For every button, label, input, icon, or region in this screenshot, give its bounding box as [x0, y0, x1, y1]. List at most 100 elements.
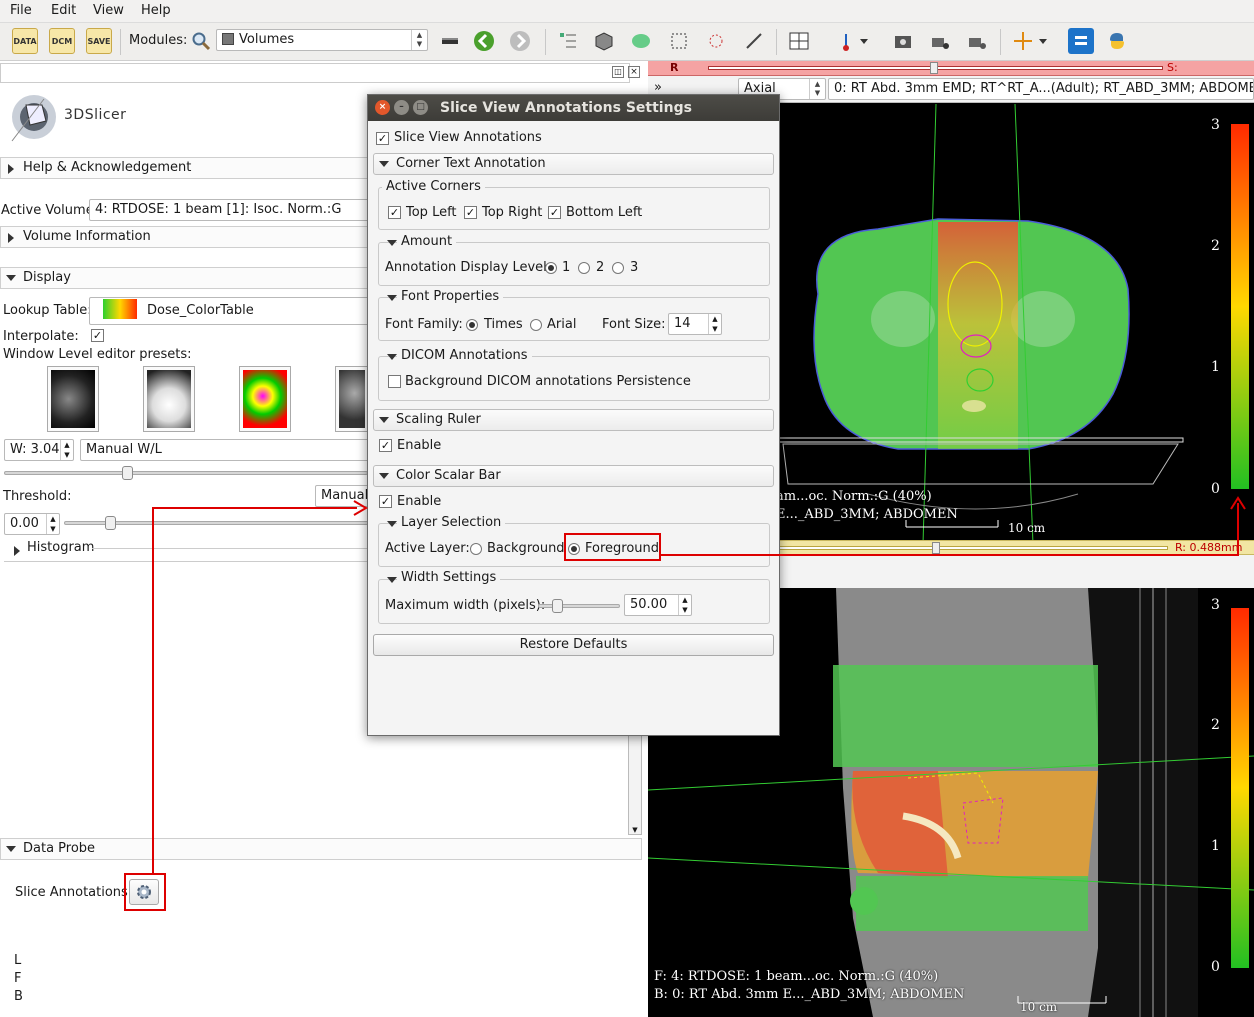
- collapse-arrow-icon[interactable]: [387, 521, 397, 527]
- close-icon[interactable]: ×: [375, 100, 390, 115]
- extension-manager-icon[interactable]: [1068, 28, 1094, 54]
- undock-icon[interactable]: ◫: [612, 66, 624, 78]
- scene-view-icon[interactable]: [927, 28, 953, 54]
- scaling-ruler-header[interactable]: Scaling Ruler: [373, 409, 774, 431]
- dialog-titlebar[interactable]: × – □ Slice View Annotations Settings: [368, 95, 779, 121]
- menu-edit[interactable]: Edit: [51, 3, 76, 18]
- window-spinbox[interactable]: W: 3.04 ▲ ▼: [4, 439, 74, 461]
- max-width-slider[interactable]: [538, 604, 620, 608]
- chevron-down-icon[interactable]: [1036, 28, 1050, 54]
- font-arial-radio[interactable]: [530, 319, 542, 331]
- bottom-left-checkbox[interactable]: ✓: [548, 206, 561, 219]
- expand-arrow-icon: [14, 546, 20, 556]
- editor-icon[interactable]: [741, 28, 767, 54]
- minimize-icon[interactable]: –: [394, 100, 409, 115]
- restore-view-icon[interactable]: [964, 28, 990, 54]
- wl-mode-selector[interactable]: Manual W/L: [80, 439, 369, 461]
- close-icon[interactable]: ×: [628, 66, 640, 78]
- level-2-radio[interactable]: [578, 262, 590, 274]
- save-button[interactable]: SAVE: [86, 28, 112, 54]
- font-properties-title: Font Properties: [397, 289, 504, 304]
- transforms-icon[interactable]: [666, 28, 692, 54]
- maximize-icon[interactable]: □: [413, 100, 428, 115]
- collapse-arrow-icon[interactable]: [387, 577, 397, 583]
- font-times-radio[interactable]: [466, 319, 478, 331]
- color-scalar-bar-header[interactable]: Color Scalar Bar: [373, 465, 774, 487]
- slice-view-annotations-checkbox[interactable]: ✓: [376, 132, 389, 145]
- yellow-offset-slider[interactable]: [778, 546, 1168, 550]
- menu-file[interactable]: File: [10, 3, 32, 18]
- threshold-handle[interactable]: [105, 516, 116, 530]
- collapse-arrow-icon[interactable]: [387, 354, 397, 360]
- top-right-checkbox[interactable]: ✓: [464, 206, 477, 219]
- callout-line: [660, 554, 1238, 556]
- display-section-header[interactable]: Display: [0, 267, 368, 289]
- chevron-down-icon[interactable]: [857, 28, 871, 54]
- active-volume-selector[interactable]: 4: RTDOSE: 1 beam [1]: Isoc. Norm.:G: [89, 199, 369, 221]
- mouse-mode-icon[interactable]: [833, 28, 859, 54]
- yellow-colorbar-tick-1: 1: [1211, 838, 1220, 854]
- markups-icon[interactable]: [703, 28, 729, 54]
- panel-scrollbar[interactable]: [628, 733, 642, 835]
- preset-ct-bone[interactable]: [47, 366, 99, 432]
- scaling-ruler-enable-label: Enable: [397, 438, 442, 453]
- collapse-arrow-icon: [6, 846, 16, 852]
- presets-label: Window Level editor presets:: [3, 347, 192, 362]
- dicom-persistence-checkbox[interactable]: [388, 375, 401, 388]
- menu-help[interactable]: Help: [141, 3, 171, 18]
- level-3-radio[interactable]: [612, 262, 624, 274]
- screenshot-icon[interactable]: [890, 28, 916, 54]
- interpolate-checkbox[interactable]: ✓: [91, 329, 104, 342]
- red-colorbar-tick-0: 0: [1211, 481, 1220, 497]
- menu-view[interactable]: View: [93, 3, 124, 18]
- load-data-button[interactable]: DATA: [12, 28, 38, 54]
- callout-line: [152, 507, 357, 509]
- histogram-collapsible[interactable]: Histogram: [6, 541, 369, 563]
- data-probe-header[interactable]: Data Probe: [0, 838, 642, 860]
- volume-information-header[interactable]: Volume Information: [0, 226, 368, 248]
- python-console-icon[interactable]: [1104, 28, 1130, 54]
- volumes-cube-icon[interactable]: [591, 28, 617, 54]
- back-arrow-icon[interactable]: [471, 28, 497, 54]
- font-size-spinbox[interactable]: 14 ▲ ▼: [668, 313, 722, 335]
- color-bar-enable-checkbox[interactable]: ✓: [379, 495, 392, 508]
- lookup-table-selector[interactable]: Dose_ColorTable: [89, 297, 369, 325]
- top-left-checkbox[interactable]: ✓: [388, 206, 401, 219]
- red-offset-handle[interactable]: [930, 62, 938, 74]
- scroll-down-icon[interactable]: ▼: [629, 825, 641, 835]
- window-level-slider[interactable]: [4, 471, 368, 475]
- preset-abdomen[interactable]: [335, 366, 369, 432]
- panel-search-bar[interactable]: [0, 63, 630, 83]
- crosshair-icon[interactable]: [1010, 28, 1036, 54]
- corner-text-annotation-header[interactable]: Corner Text Annotation: [373, 153, 774, 175]
- collapse-arrow-icon: [379, 417, 389, 423]
- module-history-icon[interactable]: [437, 28, 463, 54]
- red-volume-selector[interactable]: 0: RT Abd. 3mm EMD; RT^RT_A...(Adult); R…: [828, 78, 1254, 100]
- layout-icon[interactable]: [786, 28, 812, 54]
- forward-arrow-icon[interactable]: [507, 28, 533, 54]
- max-width-label: Maximum width (pixels):: [385, 598, 546, 613]
- preset-pet[interactable]: [239, 366, 291, 432]
- yellow-colorbar-tick-0: 0: [1211, 959, 1220, 975]
- spin-arrows: ▲ ▼: [46, 514, 59, 534]
- help-section-header[interactable]: Help & Acknowledgement: [0, 157, 368, 179]
- restore-defaults-button[interactable]: Restore Defaults: [373, 634, 774, 656]
- divider: [4, 561, 369, 562]
- max-width-handle[interactable]: [552, 599, 564, 613]
- threshold-spinbox[interactable]: 0.00 ▲ ▼: [4, 513, 60, 535]
- max-width-spinbox[interactable]: 50.00 ▲ ▼: [624, 594, 692, 616]
- yellow-offset-handle[interactable]: [932, 542, 940, 554]
- load-dicom-button[interactable]: DCM: [49, 28, 75, 54]
- background-layer-radio[interactable]: [470, 543, 482, 555]
- expand-controls-icon[interactable]: »: [654, 80, 662, 95]
- module-search-icon[interactable]: [188, 28, 214, 54]
- level-1-radio[interactable]: [545, 262, 557, 274]
- collapse-arrow-icon[interactable]: [387, 295, 397, 301]
- collapse-arrow-icon[interactable]: [387, 240, 397, 246]
- module-selector[interactable]: Volumes ▲ ▼: [216, 29, 428, 51]
- data-module-icon[interactable]: [555, 28, 581, 54]
- window-level-handle[interactable]: [122, 466, 133, 480]
- models-icon[interactable]: [628, 28, 654, 54]
- scaling-ruler-enable-checkbox[interactable]: ✓: [379, 439, 392, 452]
- preset-ct-air[interactable]: [143, 366, 195, 432]
